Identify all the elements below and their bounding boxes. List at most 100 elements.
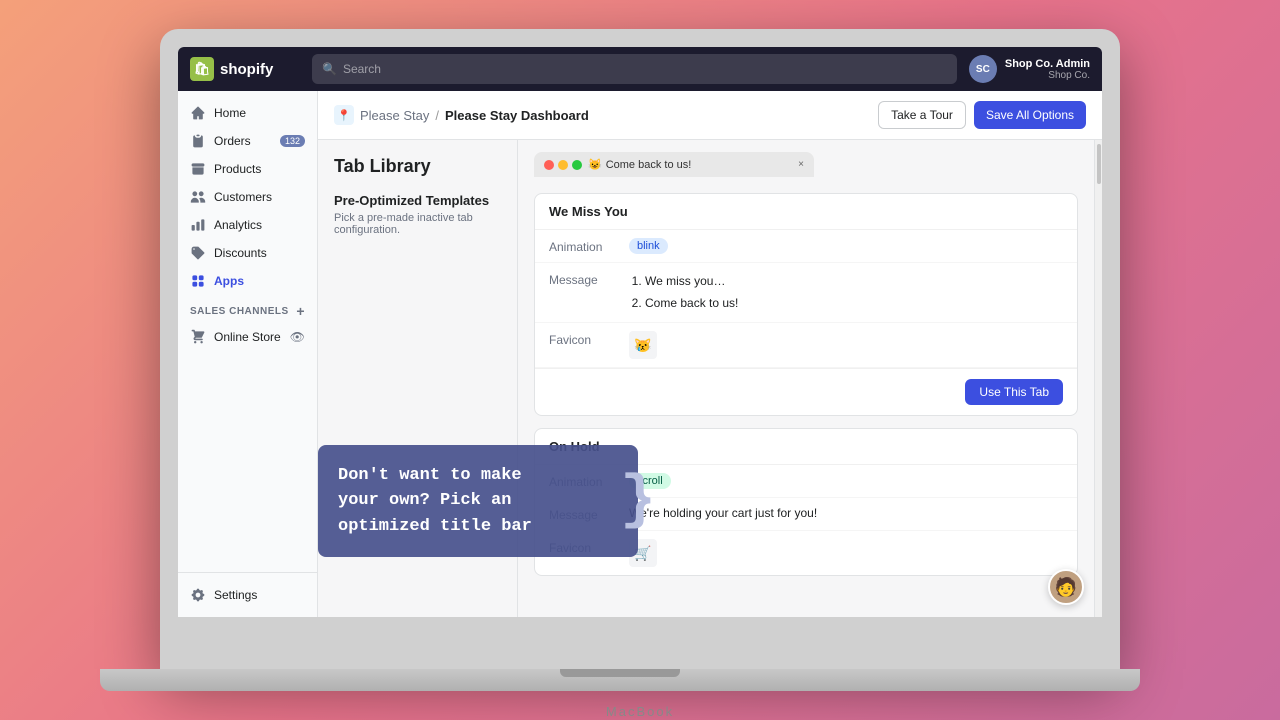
user-avatar: SC xyxy=(969,55,997,83)
online-store-label: Online Store xyxy=(214,330,281,344)
laptop-base xyxy=(100,669,1140,691)
favicon-label-1: Favicon xyxy=(549,331,619,347)
tab-card-we-miss-you-footer: Use This Tab xyxy=(535,368,1077,415)
floating-user-avatar[interactable]: 🧑 xyxy=(1048,569,1084,605)
animation-value-1: blink xyxy=(629,238,1063,254)
laptop-notch xyxy=(560,669,680,677)
macbook-label: MacBook xyxy=(606,704,674,719)
overlay-line2: your own? Pick an xyxy=(338,488,618,514)
header-actions: Take a Tour Save All Options xyxy=(878,101,1086,129)
settings-icon xyxy=(190,587,206,603)
animation-value-2: scroll xyxy=(629,473,1063,489)
overlay-tooltip: Don't want to make your own? Pick an opt… xyxy=(318,445,638,558)
customers-icon xyxy=(190,189,206,205)
sidebar-item-products-label: Products xyxy=(214,162,261,176)
orders-icon xyxy=(190,133,206,149)
analytics-icon xyxy=(190,217,206,233)
tab-card-we-miss-you: We Miss You Animation blink Message xyxy=(534,193,1078,416)
message-list-1: We miss you… Come back to us! xyxy=(629,271,1063,314)
sidebar-item-apps-label: Apps xyxy=(214,274,244,288)
templates-heading: Pre-Optimized Templates xyxy=(334,193,501,208)
breadcrumb: 📍 Please Stay / Please Stay Dashboard xyxy=(334,105,589,125)
message-label-1: Message xyxy=(549,271,619,287)
save-all-options-button[interactable]: Save All Options xyxy=(974,101,1086,129)
sidebar: Home Orders 132 xyxy=(178,91,318,617)
page-header: 📍 Please Stay / Please Stay Dashboard Ta… xyxy=(318,91,1102,140)
sidebar-item-customers-label: Customers xyxy=(214,190,272,204)
tab-card-we-miss-you-animation-row: Animation blink xyxy=(535,230,1077,263)
laptop-screen: 🛍 shopify 🔍 Search SC Shop Co. Admin Sho… xyxy=(178,47,1102,617)
add-sales-channel-icon[interactable]: + xyxy=(296,303,305,319)
message-value-1: We miss you… Come back to us! xyxy=(629,271,1063,314)
user-area: SC Shop Co. Admin Shop Co. xyxy=(969,55,1090,83)
take-tour-button[interactable]: Take a Tour xyxy=(878,101,966,129)
traffic-light-red xyxy=(544,160,554,170)
main-content: 📍 Please Stay / Please Stay Dashboard Ta… xyxy=(318,91,1102,617)
animation-badge-1: blink xyxy=(629,238,668,254)
sidebar-item-online-store[interactable]: Online Store 👁 xyxy=(178,323,317,351)
overlay-line3: optimized title bar xyxy=(338,514,618,540)
user-shop: Shop Co. xyxy=(1005,70,1090,81)
breadcrumb-parent: Please Stay xyxy=(360,108,429,123)
online-store-actions: 👁 xyxy=(290,330,305,344)
browser-tab-preview: 😺 Come back to us! × xyxy=(534,152,814,177)
traffic-light-green xyxy=(572,160,582,170)
traffic-light-yellow xyxy=(558,160,568,170)
tab-card-we-miss-you-message-row: Message We miss you… Come back to us! xyxy=(535,263,1077,323)
search-icon: 🔍 xyxy=(322,62,337,76)
traffic-lights xyxy=(544,160,582,170)
favicon-box-1: 😿 xyxy=(629,331,657,359)
user-info: Shop Co. Admin Shop Co. xyxy=(1005,58,1090,81)
scroll-thumb xyxy=(1097,144,1101,184)
tab-card-we-miss-you-favicon-row: Favicon 😿 xyxy=(535,323,1077,368)
products-icon xyxy=(190,161,206,177)
online-store-icon xyxy=(190,329,206,345)
sidebar-item-home[interactable]: Home xyxy=(178,99,317,127)
sidebar-item-orders-label: Orders xyxy=(214,134,251,148)
orders-badge: 132 xyxy=(280,135,305,147)
shopify-logo-text: shopify xyxy=(220,61,273,78)
search-bar[interactable]: 🔍 Search xyxy=(312,54,957,84)
message-value-2: We're holding your cart just for you! xyxy=(629,506,1063,520)
eye-icon[interactable]: 👁 xyxy=(290,330,305,344)
use-tab-button-1[interactable]: Use This Tab xyxy=(965,379,1063,405)
sales-channels-label: SALES CHANNELS xyxy=(190,306,289,317)
sales-channels-section: SALES CHANNELS + xyxy=(178,295,317,323)
search-placeholder: Search xyxy=(343,62,381,76)
sidebar-item-settings[interactable]: Settings xyxy=(178,581,317,609)
page-title: Tab Library xyxy=(334,156,501,177)
app-icon: 📍 xyxy=(334,105,354,125)
tab-close-button[interactable]: × xyxy=(798,159,804,170)
sidebar-item-discounts[interactable]: Discounts xyxy=(178,239,317,267)
sidebar-nav: Home Orders 132 xyxy=(178,91,317,572)
sidebar-item-home-label: Home xyxy=(214,106,246,120)
sidebar-bottom: Settings xyxy=(178,572,317,617)
favicon-value-1: 😿 xyxy=(629,331,1063,359)
page-body: Tab Library Pre-Optimized Templates Pick… xyxy=(318,140,1102,617)
laptop-frame: 🛍 shopify 🔍 Search SC Shop Co. Admin Sho… xyxy=(160,29,1120,669)
sidebar-item-settings-label: Settings xyxy=(214,588,257,602)
sidebar-item-apps[interactable]: Apps xyxy=(178,267,317,295)
tab-preview-label: 😺 Come back to us! xyxy=(588,158,691,171)
breadcrumb-current: Please Stay Dashboard xyxy=(445,108,589,123)
scroll-indicator[interactable] xyxy=(1094,140,1102,617)
user-name: Shop Co. Admin xyxy=(1005,58,1090,70)
shopify-logo: 🛍 shopify xyxy=(190,57,300,81)
topbar: 🛍 shopify 🔍 Search SC Shop Co. Admin Sho… xyxy=(178,47,1102,91)
overlay-line1: Don't want to make xyxy=(338,463,618,489)
discounts-icon xyxy=(190,245,206,261)
left-panel: Tab Library Pre-Optimized Templates Pick… xyxy=(318,140,518,617)
sidebar-item-products[interactable]: Products xyxy=(178,155,317,183)
tab-preview-emoji: 😺 xyxy=(588,158,602,171)
breadcrumb-separator: / xyxy=(435,108,439,123)
tab-card-we-miss-you-title: We Miss You xyxy=(535,194,1077,230)
message-item-1-0: We miss you… xyxy=(645,271,1063,293)
tab-preview-text: Come back to us! xyxy=(606,159,692,171)
message-item-1-1: Come back to us! xyxy=(645,293,1063,315)
sidebar-item-analytics-label: Analytics xyxy=(214,218,262,232)
sidebar-item-customers[interactable]: Customers xyxy=(178,183,317,211)
sidebar-item-orders[interactable]: Orders 132 xyxy=(178,127,317,155)
browser-tab-preview-container: 😺 Come back to us! × xyxy=(534,152,1078,177)
sidebar-item-discounts-label: Discounts xyxy=(214,246,267,260)
sidebar-item-analytics[interactable]: Analytics xyxy=(178,211,317,239)
